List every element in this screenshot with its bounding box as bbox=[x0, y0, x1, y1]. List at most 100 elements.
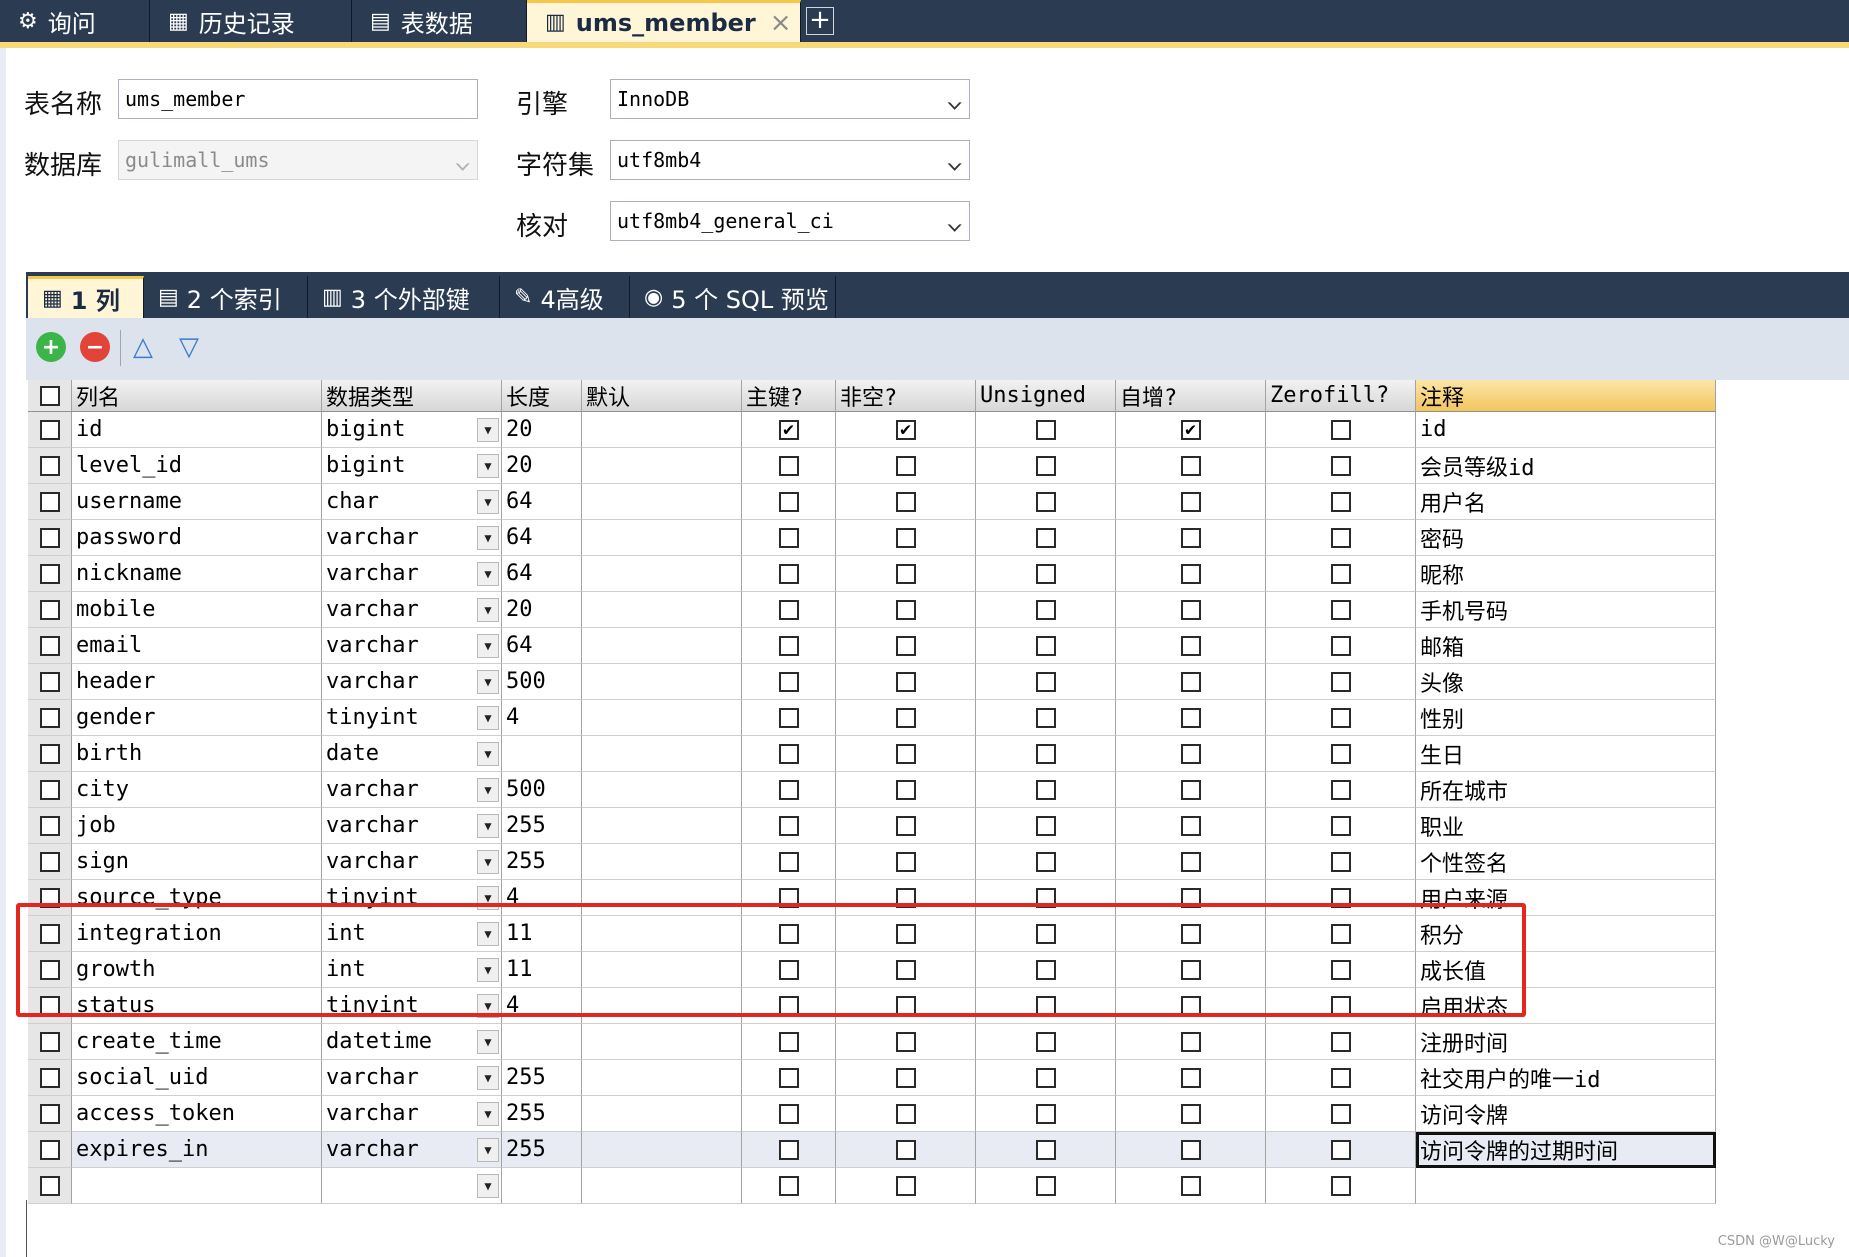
dropdown-arrow-icon[interactable]: ▼ bbox=[477, 814, 499, 838]
primary-key-checkbox[interactable] bbox=[778, 779, 799, 800]
not-null-checkbox[interactable] bbox=[895, 1067, 916, 1088]
row-select-cell[interactable] bbox=[28, 988, 72, 1024]
not-null-checkbox[interactable] bbox=[895, 1139, 916, 1160]
unsigned-checkbox[interactable] bbox=[1035, 635, 1056, 656]
column-name-cell[interactable]: mobile bbox=[72, 592, 322, 628]
auto-increment-cell[interactable] bbox=[1116, 448, 1266, 484]
primary-key-checkbox[interactable] bbox=[778, 1067, 799, 1088]
not-null-checkbox[interactable] bbox=[895, 815, 916, 836]
column-name-cell[interactable]: access_token bbox=[72, 1096, 322, 1132]
length-cell[interactable]: 20 bbox=[502, 448, 582, 484]
unsigned-cell[interactable] bbox=[976, 556, 1116, 592]
unsigned-checkbox[interactable] bbox=[1035, 599, 1056, 620]
not-null-cell[interactable] bbox=[836, 1024, 976, 1060]
tab-columns[interactable]: ▦ 1 列 bbox=[28, 276, 144, 318]
unsigned-cell[interactable] bbox=[976, 1024, 1116, 1060]
row-select-cell[interactable] bbox=[28, 1132, 72, 1168]
row-select-cell[interactable] bbox=[28, 736, 72, 772]
collation-select[interactable]: utf8mb4_general_ci ⌄ bbox=[610, 201, 970, 241]
zerofill-checkbox[interactable] bbox=[1330, 1067, 1351, 1088]
column-name-cell[interactable]: social_uid bbox=[72, 1060, 322, 1096]
row-select-checkbox[interactable] bbox=[39, 671, 60, 692]
zerofill-checkbox[interactable] bbox=[1330, 599, 1351, 620]
length-cell[interactable]: 255 bbox=[502, 1132, 582, 1168]
not-null-cell[interactable] bbox=[836, 808, 976, 844]
auto-increment-cell[interactable] bbox=[1116, 484, 1266, 520]
auto-increment-cell[interactable] bbox=[1116, 1060, 1266, 1096]
not-null-checkbox[interactable] bbox=[895, 527, 916, 548]
primary-key-checkbox[interactable] bbox=[778, 1031, 799, 1052]
default-cell[interactable] bbox=[582, 1096, 742, 1132]
zerofill-checkbox[interactable] bbox=[1330, 779, 1351, 800]
zerofill-checkbox[interactable] bbox=[1330, 743, 1351, 764]
column-name-cell[interactable]: source_type bbox=[72, 880, 322, 916]
comment-cell[interactable]: 注册时间 bbox=[1416, 1024, 1716, 1060]
column-name-cell[interactable]: sign bbox=[72, 844, 322, 880]
comment-cell[interactable]: 头像 bbox=[1416, 664, 1716, 700]
row-select-cell[interactable] bbox=[28, 916, 72, 952]
default-cell[interactable] bbox=[582, 880, 742, 916]
auto-increment-cell[interactable] bbox=[1116, 844, 1266, 880]
table-row[interactable]: gender tinyint ▼ 4 性别 bbox=[28, 700, 1724, 736]
zerofill-cell[interactable] bbox=[1266, 736, 1416, 772]
row-select-checkbox[interactable] bbox=[39, 527, 60, 548]
length-cell[interactable]: 64 bbox=[502, 628, 582, 664]
auto-increment-cell[interactable] bbox=[1116, 916, 1266, 952]
column-name-cell[interactable]: id bbox=[72, 412, 322, 448]
zerofill-cell[interactable] bbox=[1266, 952, 1416, 988]
not-null-checkbox[interactable] bbox=[895, 455, 916, 476]
column-name-cell[interactable]: job bbox=[72, 808, 322, 844]
default-cell[interactable] bbox=[582, 844, 742, 880]
primary-key-checkbox[interactable] bbox=[778, 1103, 799, 1124]
auto-increment-cell[interactable] bbox=[1116, 592, 1266, 628]
not-null-cell[interactable] bbox=[836, 1060, 976, 1096]
primary-key-checkbox[interactable] bbox=[778, 1175, 799, 1196]
unsigned-checkbox[interactable] bbox=[1035, 455, 1056, 476]
dropdown-arrow-icon[interactable]: ▼ bbox=[477, 1174, 499, 1198]
not-null-cell[interactable] bbox=[836, 664, 976, 700]
zerofill-cell[interactable] bbox=[1266, 448, 1416, 484]
default-cell[interactable] bbox=[582, 808, 742, 844]
length-cell[interactable]: 4 bbox=[502, 880, 582, 916]
unsigned-cell[interactable] bbox=[976, 988, 1116, 1024]
column-name-cell[interactable]: header bbox=[72, 664, 322, 700]
row-select-checkbox[interactable] bbox=[39, 995, 60, 1016]
table-row[interactable]: integration int ▼ 11 积分 bbox=[28, 916, 1724, 952]
table-row[interactable]: username char ▼ 64 用户名 bbox=[28, 484, 1724, 520]
column-name-cell[interactable]: expires_in bbox=[72, 1132, 322, 1168]
auto-increment-checkbox[interactable] bbox=[1180, 851, 1201, 872]
length-cell[interactable]: 255 bbox=[502, 1060, 582, 1096]
auto-increment-checkbox[interactable]: ✔ bbox=[1180, 419, 1201, 440]
primary-key-checkbox[interactable] bbox=[778, 995, 799, 1016]
length-cell[interactable]: 500 bbox=[502, 664, 582, 700]
unsigned-checkbox[interactable] bbox=[1035, 1031, 1056, 1052]
unsigned-checkbox[interactable] bbox=[1035, 707, 1056, 728]
primary-key-checkbox[interactable] bbox=[778, 491, 799, 512]
unsigned-cell[interactable] bbox=[976, 1168, 1116, 1204]
row-select-checkbox[interactable] bbox=[39, 959, 60, 980]
primary-key-cell[interactable] bbox=[742, 1024, 836, 1060]
zerofill-checkbox[interactable] bbox=[1330, 851, 1351, 872]
primary-key-cell[interactable] bbox=[742, 700, 836, 736]
data-type-cell[interactable]: varchar ▼ bbox=[322, 664, 502, 700]
primary-key-cell[interactable] bbox=[742, 484, 836, 520]
not-null-checkbox[interactable] bbox=[895, 923, 916, 944]
table-row[interactable]: mobile varchar ▼ 20 手机号码 bbox=[28, 592, 1724, 628]
zerofill-cell[interactable] bbox=[1266, 520, 1416, 556]
row-select-cell[interactable] bbox=[28, 952, 72, 988]
zerofill-checkbox[interactable] bbox=[1330, 491, 1351, 512]
row-select-checkbox[interactable] bbox=[39, 1031, 60, 1052]
unsigned-cell[interactable] bbox=[976, 592, 1116, 628]
data-type-cell[interactable]: varchar ▼ bbox=[322, 1132, 502, 1168]
default-cell[interactable] bbox=[582, 1132, 742, 1168]
comment-cell[interactable]: 访问令牌 bbox=[1416, 1096, 1716, 1132]
not-null-checkbox[interactable] bbox=[895, 887, 916, 908]
engine-select[interactable]: InnoDB ⌄ bbox=[610, 79, 970, 119]
column-name-cell[interactable]: growth bbox=[72, 952, 322, 988]
data-type-cell[interactable]: date ▼ bbox=[322, 736, 502, 772]
zerofill-checkbox[interactable] bbox=[1330, 995, 1351, 1016]
primary-key-cell[interactable] bbox=[742, 1168, 836, 1204]
chevron-down-icon[interactable]: ⌄ bbox=[945, 149, 964, 174]
row-select-cell[interactable] bbox=[28, 844, 72, 880]
primary-key-cell[interactable] bbox=[742, 1060, 836, 1096]
